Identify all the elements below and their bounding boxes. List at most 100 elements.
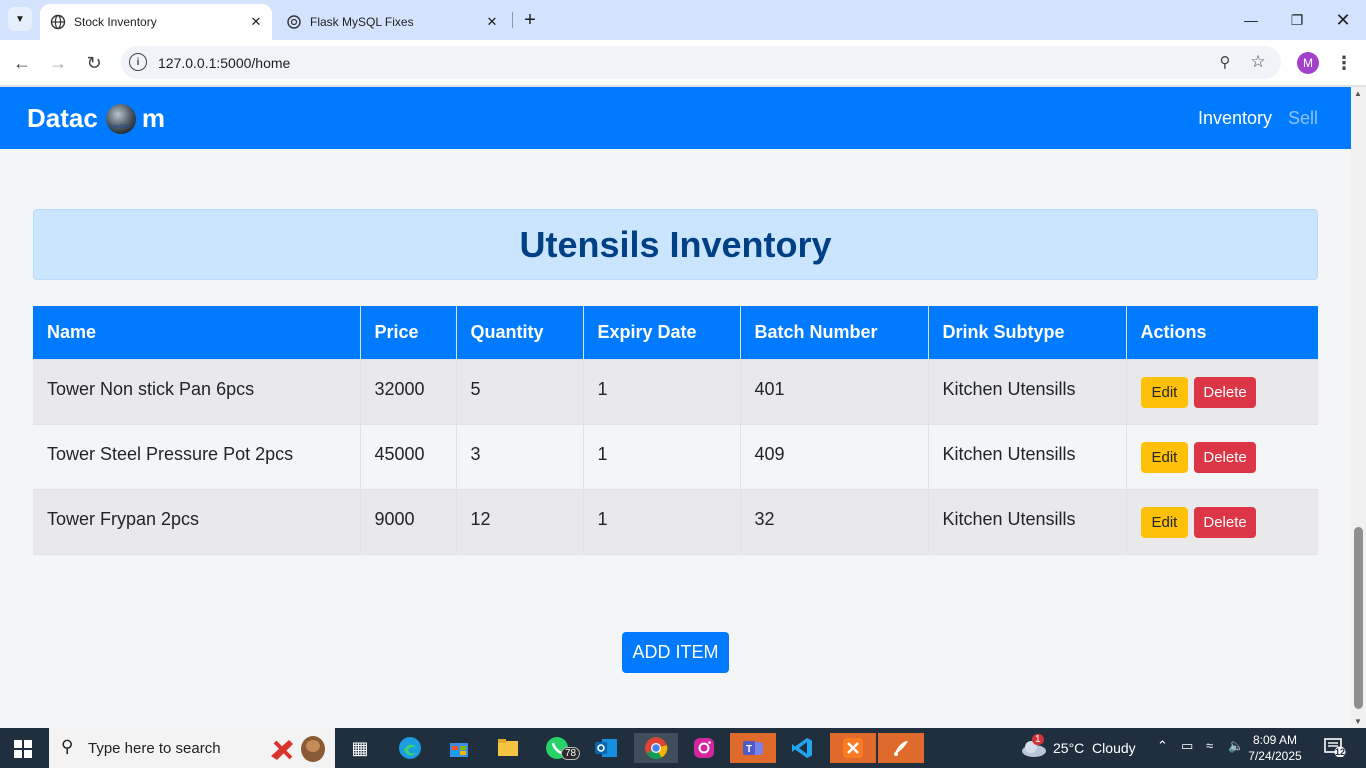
- cell-expiry-date: 1: [583, 358, 741, 424]
- new-tab-button[interactable]: +: [518, 8, 542, 32]
- edit-button[interactable]: Edit: [1140, 376, 1189, 408]
- tab-separator: [512, 12, 513, 28]
- bookmark-star-icon[interactable]: ☆: [1248, 52, 1268, 72]
- close-window-button[interactable]: ✕: [1320, 0, 1366, 40]
- windows-start-icon[interactable]: [14, 740, 32, 758]
- windows-taskbar: ⚲ Type here to search ▦ 78 T 1 25°C Clou…: [0, 728, 1366, 768]
- cell-batch-number: 401: [740, 358, 929, 424]
- wifi-icon[interactable]: ≈: [1206, 738, 1213, 753]
- browser-tab-strip: ▼ Stock Inventory ✕ Flask MySQL Fixes ✕ …: [0, 0, 1366, 40]
- instagram-icon[interactable]: [684, 733, 724, 763]
- cell-actions: Edit Delete: [1126, 358, 1318, 424]
- scroll-down-arrow-icon[interactable]: ▼: [1354, 717, 1362, 726]
- speaker-muted-icon[interactable]: 🔈: [1228, 738, 1244, 754]
- cell-actions: Edit Delete: [1126, 488, 1318, 555]
- site-navbar: Datac DataCom m Inventory Sell: [0, 87, 1351, 149]
- table-header-row: Name Price Quantity Expiry Date Batch Nu…: [33, 306, 1318, 359]
- cell-drink-subtype: Kitchen Utensills: [928, 358, 1127, 424]
- globe-logo-icon: DataCom: [105, 103, 136, 134]
- cell-name: Tower Non stick Pan 6pcs: [33, 358, 361, 424]
- system-clock[interactable]: 8:09 AM 7/24/2025: [1248, 732, 1302, 764]
- cell-name: Tower Frypan 2pcs: [33, 488, 361, 555]
- search-highlight-illustration-icon: [271, 736, 325, 762]
- cell-price: 32000: [360, 358, 457, 424]
- cell-batch-number: 32: [740, 488, 929, 555]
- table-row: Tower Steel Pressure Pot 2pcs 45000 3 1 …: [33, 423, 1318, 489]
- brand-text-left: Datac: [27, 103, 98, 133]
- whatsapp-icon[interactable]: 78: [537, 733, 581, 763]
- outlook-icon[interactable]: [586, 733, 626, 763]
- profile-avatar[interactable]: M: [1297, 52, 1319, 74]
- add-item-button[interactable]: ADD ITEM: [622, 632, 729, 673]
- tab-flask-mysql-fixes[interactable]: Flask MySQL Fixes ✕: [276, 4, 508, 40]
- chevron-up-icon[interactable]: ⌃: [1157, 738, 1168, 754]
- notification-center-icon[interactable]: 12: [1324, 737, 1346, 759]
- reload-button[interactable]: ↻: [80, 49, 108, 77]
- restore-button[interactable]: ❐: [1274, 0, 1320, 40]
- weather-text: 25°C Cloudy: [1053, 740, 1136, 756]
- delete-button[interactable]: Delete: [1194, 506, 1256, 538]
- cell-price: 9000: [360, 488, 457, 555]
- delete-button[interactable]: Delete: [1194, 376, 1256, 408]
- nav-link-sell[interactable]: Sell: [1288, 108, 1318, 129]
- paint-app-icon[interactable]: [878, 733, 924, 763]
- edge-browser-icon[interactable]: [390, 733, 430, 763]
- column-header-drink-subtype: Drink Subtype: [928, 306, 1127, 359]
- edit-button[interactable]: Edit: [1140, 506, 1189, 538]
- browser-toolbar: ← → ↻ i 127.0.0.1:5000/home ⚲ ☆ M ⋮: [0, 40, 1366, 86]
- forward-button[interactable]: →: [44, 49, 72, 77]
- close-icon[interactable]: ✕: [482, 12, 502, 32]
- file-explorer-icon[interactable]: [488, 733, 528, 763]
- url-text: 127.0.0.1:5000/home: [158, 55, 291, 71]
- page-viewport: Datac DataCom m Inventory Sell Utensils …: [0, 87, 1351, 728]
- column-header-name: Name: [33, 306, 361, 359]
- page-title: Utensils Inventory: [519, 223, 832, 265]
- brand-logo[interactable]: Datac DataCom m: [27, 103, 165, 134]
- weather-widget[interactable]: 1 25°C Cloudy: [1020, 734, 1136, 758]
- cell-name: Tower Steel Pressure Pot 2pcs: [33, 423, 361, 489]
- cell-price: 45000: [360, 423, 457, 489]
- task-view-icon[interactable]: ▦: [340, 733, 380, 763]
- zoom-icon[interactable]: ⚲: [1215, 52, 1235, 72]
- chatgpt-icon: [287, 15, 301, 29]
- tab-search-menu-button[interactable]: ▼: [8, 7, 32, 31]
- search-icon: ⚲: [61, 737, 74, 756]
- xampp-icon[interactable]: [830, 733, 876, 763]
- cell-actions: Edit Delete: [1126, 423, 1318, 489]
- cell-batch-number: 409: [740, 423, 929, 489]
- column-header-actions: Actions: [1126, 306, 1318, 359]
- column-header-price: Price: [360, 306, 457, 359]
- cell-quantity: 5: [456, 358, 584, 424]
- page-heading-alert: Utensils Inventory: [33, 209, 1318, 280]
- search-placeholder: Type here to search: [88, 740, 221, 757]
- browser-menu-icon[interactable]: ⋮: [1334, 51, 1354, 75]
- nav-link-inventory[interactable]: Inventory: [1198, 108, 1272, 129]
- delete-button[interactable]: Delete: [1194, 441, 1256, 473]
- microsoft-store-icon[interactable]: [439, 733, 479, 763]
- info-icon[interactable]: i: [129, 53, 147, 71]
- cell-drink-subtype: Kitchen Utensills: [928, 423, 1127, 489]
- cell-drink-subtype: Kitchen Utensills: [928, 488, 1127, 555]
- battery-icon[interactable]: ▭: [1181, 738, 1193, 754]
- chrome-icon[interactable]: [634, 733, 678, 763]
- brand-text-right: m: [141, 103, 165, 133]
- scrollbar-thumb[interactable]: [1354, 527, 1363, 709]
- whatsapp-badge: 78: [561, 747, 581, 760]
- tab-title: Stock Inventory: [74, 15, 157, 29]
- tab-title: Flask MySQL Fixes: [310, 15, 414, 29]
- address-bar[interactable]: i 127.0.0.1:5000/home ⚲ ☆: [121, 46, 1281, 79]
- teams-icon[interactable]: T: [730, 733, 776, 763]
- taskbar-search-box[interactable]: ⚲ Type here to search: [49, 728, 335, 768]
- cell-quantity: 3: [456, 423, 584, 489]
- scroll-up-arrow-icon[interactable]: ▲: [1354, 89, 1362, 98]
- vscode-icon[interactable]: [782, 733, 822, 763]
- minimize-button[interactable]: —: [1228, 0, 1274, 40]
- page-scrollbar[interactable]: ▲ ▼: [1351, 87, 1366, 728]
- edit-button[interactable]: Edit: [1140, 441, 1189, 473]
- column-header-batch-number: Batch Number: [740, 306, 929, 359]
- column-header-quantity: Quantity: [456, 306, 584, 359]
- svg-text:T: T: [746, 744, 752, 755]
- back-button[interactable]: ←: [8, 49, 36, 77]
- tab-stock-inventory[interactable]: Stock Inventory ✕: [40, 4, 272, 40]
- close-icon[interactable]: ✕: [246, 12, 266, 32]
